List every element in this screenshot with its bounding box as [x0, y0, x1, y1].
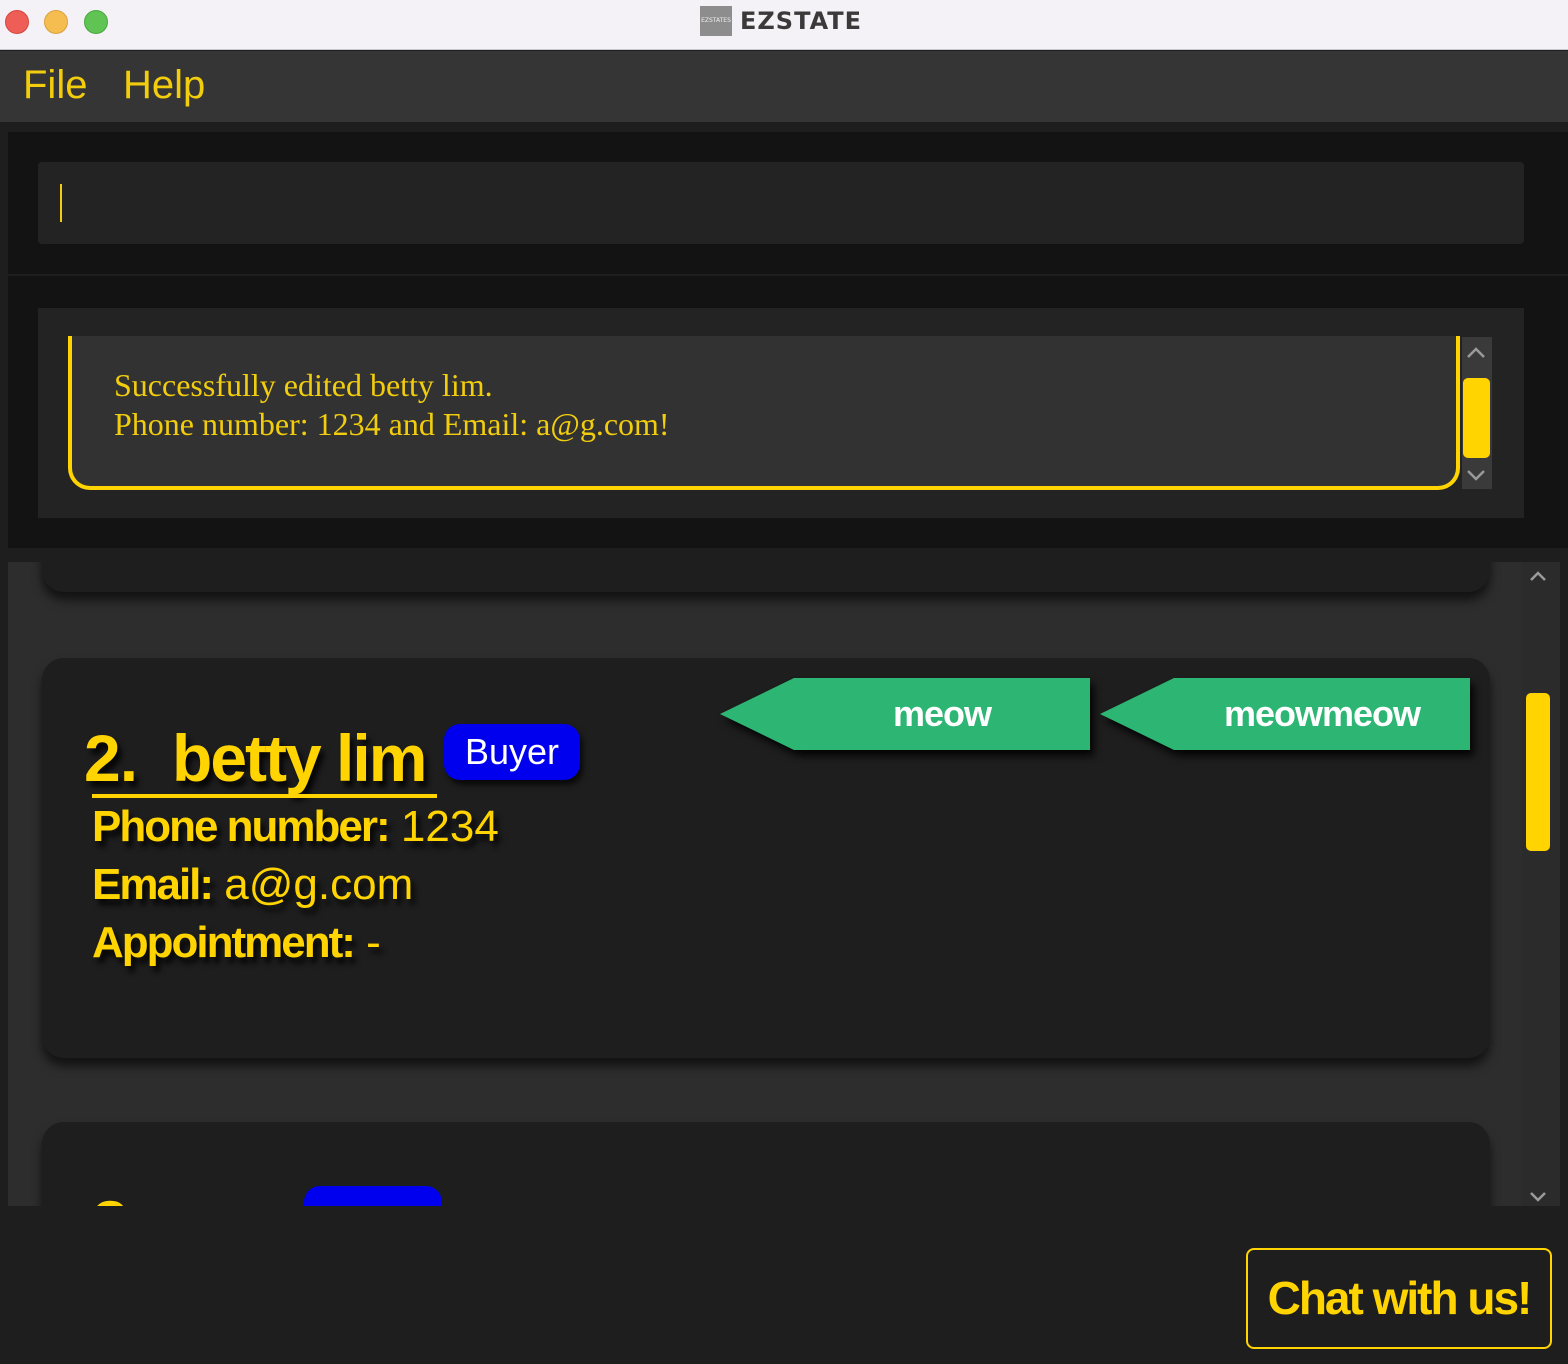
appointment-row: Appointment: -	[92, 918, 381, 968]
scroll-down-arrow-icon[interactable]	[1465, 466, 1487, 484]
phone-label: Phone number:	[92, 802, 391, 851]
name-underline	[92, 794, 437, 798]
scroll-down-arrow-icon[interactable]	[1529, 1190, 1547, 1204]
list-scrollbar[interactable]	[1522, 562, 1560, 1206]
tag-label: meowmeow	[1223, 693, 1421, 734]
menu-bar: File Help	[0, 51, 1568, 122]
app-logo-icon: EZSTATES	[700, 6, 732, 36]
tag-meowmeow: meowmeow	[1100, 678, 1470, 750]
email-value: a@g.com	[212, 860, 414, 909]
email-row: Email: a@g.com	[92, 860, 413, 910]
menu-help[interactable]: Help	[123, 63, 205, 108]
list-item[interactable]	[42, 1122, 1490, 1206]
role-badge: Buyer	[444, 724, 580, 780]
list-item[interactable]	[42, 562, 1490, 592]
phone-value: 1234	[388, 802, 499, 851]
appointment-label: Appointment:	[92, 918, 356, 967]
scroll-up-arrow-icon[interactable]	[1529, 569, 1547, 583]
appointment-value: -	[353, 918, 381, 967]
command-input[interactable]	[38, 162, 1524, 244]
person-name: betty lim	[172, 721, 427, 795]
text-caret	[60, 184, 62, 222]
tag-meow: meow	[720, 678, 1090, 750]
window-close-button[interactable]	[5, 10, 29, 34]
scroll-up-arrow-icon[interactable]	[1465, 344, 1487, 362]
list-scrollbar-thumb[interactable]	[1526, 693, 1550, 851]
phone-row: Phone number: 1234	[92, 802, 499, 852]
result-message: Successfully edited betty lim. Phone num…	[114, 367, 670, 442]
window-minimize-button[interactable]	[44, 10, 68, 34]
window-maximize-button[interactable]	[84, 10, 108, 34]
person-index: 2.	[84, 721, 138, 795]
title-bar: EZSTATES EZSTATE	[0, 0, 1568, 50]
window-title: EZSTATE	[740, 7, 863, 35]
result-scrollbar-thumb[interactable]	[1463, 378, 1490, 458]
menu-file[interactable]: File	[23, 63, 87, 108]
tag-label: meow	[892, 693, 992, 734]
email-label: Email:	[92, 860, 214, 909]
chat-with-us-button[interactable]: Chat with us!	[1246, 1248, 1552, 1349]
